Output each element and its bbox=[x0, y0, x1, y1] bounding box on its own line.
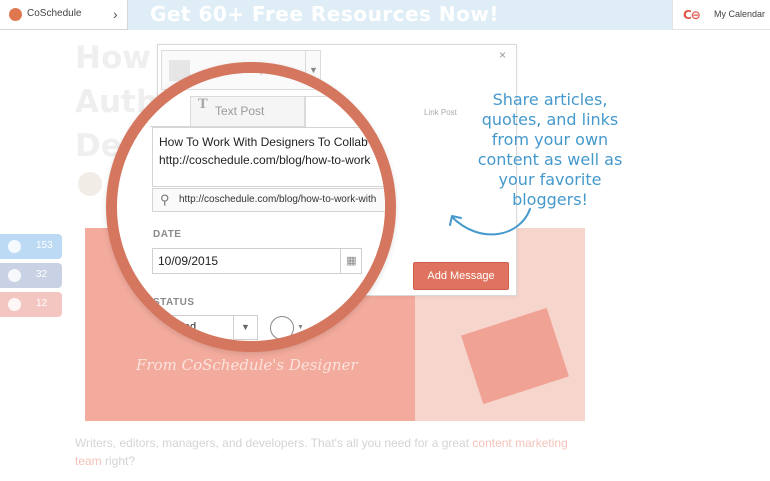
tab-link-post-label[interactable]: Link Post bbox=[424, 108, 457, 117]
tab-link-post-label: Link Post bbox=[350, 106, 392, 117]
callout-line: content as well as bbox=[477, 150, 623, 169]
facebook-share-button[interactable]: 32 bbox=[0, 263, 62, 288]
coschedule-extension-tab[interactable]: CoSchedule › bbox=[0, 0, 128, 30]
close-icon[interactable]: × bbox=[499, 48, 506, 62]
magnifier-lens: Select social profile T Text Post Link P… bbox=[106, 62, 396, 352]
date-input[interactable]: 10/09/2015 ▦ bbox=[152, 248, 362, 274]
my-calendar-button[interactable]: C⊖ My Calendar bbox=[672, 0, 770, 30]
tab-text-post[interactable]: T Text Post bbox=[190, 96, 305, 127]
message-textarea[interactable]: How To Work With Designers To Collab htt… bbox=[152, 127, 385, 187]
status-select[interactable]: heduled ▼ bbox=[152, 315, 258, 340]
twitter-icon bbox=[8, 240, 21, 253]
tab-link-post[interactable]: Link Post bbox=[305, 96, 392, 127]
twitter-share-button[interactable]: 153 bbox=[0, 234, 62, 259]
share-count: 12 bbox=[36, 298, 48, 309]
share-count: 153 bbox=[36, 240, 53, 251]
add-message-button[interactable]: Add Message bbox=[413, 262, 509, 290]
message-line: How To Work With Designers To Collab bbox=[159, 135, 368, 149]
chevron-right-icon[interactable]: › bbox=[113, 6, 118, 22]
tab-text-post-label: Text Post bbox=[215, 104, 265, 118]
callout-line: quotes, and links bbox=[481, 110, 619, 129]
calendar-icon[interactable]: ▦ bbox=[340, 249, 362, 273]
curved-arrow-icon bbox=[449, 208, 531, 236]
google-plus-share-button[interactable]: 12 bbox=[0, 292, 62, 317]
google-plus-icon bbox=[8, 298, 21, 311]
promo-banner-text: Get 60+ Free Resources Now! bbox=[150, 2, 499, 26]
paragraph-text: Writers, editors, managers, and develope… bbox=[75, 436, 473, 450]
link-icon: ⚲ bbox=[160, 192, 170, 207]
magnified-dialog: Select social profile T Text Post Link P… bbox=[117, 65, 392, 341]
link-url-value: http://coschedule.com/blog/how-to-work-w… bbox=[179, 194, 377, 205]
hero-caption: From CoSchedule's Designer bbox=[136, 356, 358, 374]
share-count: 32 bbox=[36, 269, 48, 280]
text-post-icon: T bbox=[198, 97, 208, 112]
callout-text: Share articles, quotes, and links from y… bbox=[460, 90, 640, 210]
callout-line: your favorite bbox=[498, 170, 602, 189]
select-placeholder: Select social profile bbox=[201, 65, 288, 76]
message-line: http://coschedule.com/blog/how-to-work bbox=[159, 153, 371, 167]
callout-line: from your own bbox=[491, 130, 609, 149]
coschedule-logo-icon: C⊖ bbox=[683, 8, 701, 22]
date-label: DATE bbox=[153, 229, 182, 240]
author-avatar bbox=[78, 172, 102, 196]
extension-name: CoSchedule bbox=[27, 8, 82, 19]
link-url-field[interactable]: ⚲ http://coschedule.com/blog/how-to-work… bbox=[152, 188, 385, 212]
facebook-icon bbox=[8, 269, 21, 282]
chevron-down-icon[interactable]: ▼ bbox=[297, 324, 304, 331]
chevron-down-icon[interactable]: ▼ bbox=[233, 316, 257, 339]
status-value: heduled bbox=[157, 321, 197, 333]
paragraph-end: right? bbox=[101, 454, 136, 468]
status-label: STATUS bbox=[153, 297, 195, 308]
color-picker[interactable] bbox=[270, 316, 294, 340]
coschedule-logo-icon bbox=[9, 8, 22, 21]
callout-line: Share articles, bbox=[492, 90, 608, 109]
my-calendar-label: My Calendar bbox=[714, 9, 766, 19]
post-paragraph: Writers, editors, managers, and develope… bbox=[75, 434, 575, 470]
date-value: 10/09/2015 bbox=[158, 254, 219, 268]
